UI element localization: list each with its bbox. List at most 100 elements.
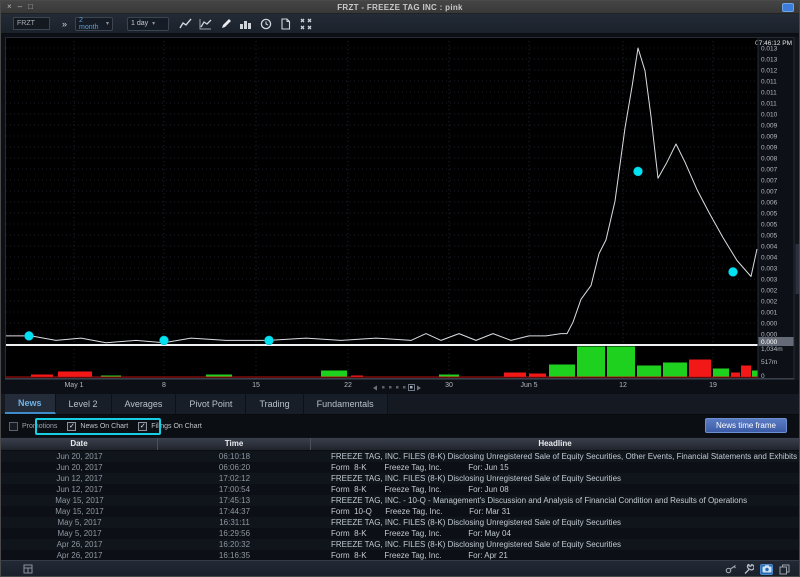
news-headline: Form 8-K Freeze Tag, Inc. For: May 04 bbox=[311, 529, 799, 538]
layout-grid-icon[interactable] bbox=[21, 564, 34, 575]
volume-bar bbox=[689, 360, 711, 378]
promotions-checkbox[interactable] bbox=[9, 422, 18, 431]
column-header-time[interactable]: Time bbox=[158, 438, 311, 450]
column-header-headline[interactable]: Headline bbox=[311, 438, 799, 450]
panel-tabs: NewsLevel 2AveragesPivot PointTradingFun… bbox=[1, 394, 799, 415]
news-headline: Form 10-Q Freeze Tag, Inc. For: Mar 31 bbox=[311, 507, 799, 516]
table-row[interactable]: May 15, 201717:44:37Form 10-Q Freeze Tag… bbox=[1, 506, 799, 517]
table-row[interactable]: May 5, 201716:31:11FREEZE TAG, INC. FILE… bbox=[1, 517, 799, 528]
news-marker-dot[interactable] bbox=[729, 267, 738, 276]
news-marker-dot[interactable] bbox=[25, 331, 34, 340]
x-axis-label: 8 bbox=[162, 382, 166, 389]
news-on-chart-checkbox[interactable]: ✓ bbox=[67, 422, 76, 431]
statusbar bbox=[1, 560, 799, 577]
news-time: 06:06:20 bbox=[158, 463, 311, 472]
table-row[interactable]: Jun 20, 201706:10:18FREEZE TAG, INC. FIL… bbox=[1, 451, 799, 462]
draw-pen-icon[interactable] bbox=[219, 17, 232, 30]
table-row[interactable]: May 15, 201717:45:13FREEZE TAG, INC. - 1… bbox=[1, 495, 799, 506]
tab-averages[interactable]: Averages bbox=[112, 394, 177, 414]
x-axis-label: May 1 bbox=[64, 382, 83, 389]
volume-bar bbox=[321, 371, 347, 378]
clock-icon[interactable] bbox=[259, 17, 272, 30]
volume-bar bbox=[663, 363, 687, 378]
column-header-date[interactable]: Date bbox=[1, 438, 158, 450]
news-on-chart-label: News On Chart bbox=[80, 423, 128, 430]
y-axis-label: 0.007 bbox=[761, 167, 778, 174]
line-chart-icon[interactable] bbox=[179, 17, 192, 30]
volume-axis-label: 1,034m bbox=[761, 346, 783, 353]
table-row[interactable]: Apr 26, 201716:20:32FREEZE TAG, INC. FIL… bbox=[1, 539, 799, 550]
tab-fundamentals[interactable]: Fundamentals bbox=[304, 394, 388, 414]
tab-pivot-point[interactable]: Pivot Point bbox=[176, 394, 246, 414]
price-chart[interactable]: 0.0130.0130.0120.0110.0110.0110.0100.009… bbox=[1, 34, 800, 394]
key-icon[interactable] bbox=[724, 564, 737, 575]
y-axis-label: 0.013 bbox=[761, 57, 778, 64]
expand-chevrons-icon[interactable]: » bbox=[62, 19, 67, 29]
news-marker-dot[interactable] bbox=[634, 167, 643, 176]
filings-on-chart-checkbox[interactable]: ✓ bbox=[138, 422, 147, 431]
page-dot[interactable] bbox=[389, 386, 392, 389]
news-filter-bar: Promotions ✓ News On Chart ✓ Filings On … bbox=[1, 415, 799, 437]
app-badge-icon bbox=[782, 3, 794, 12]
news-date: May 15, 2017 bbox=[1, 496, 158, 505]
range-select[interactable]: 2 month ▾ bbox=[75, 17, 113, 31]
y-axis-label: 0.005 bbox=[761, 233, 778, 240]
table-row[interactable]: Jun 12, 201717:00:54Form 8-K Freeze Tag,… bbox=[1, 484, 799, 495]
symbol-input[interactable] bbox=[13, 17, 50, 30]
news-time: 17:44:37 bbox=[158, 507, 311, 516]
y-axis-label: 0.001 bbox=[761, 310, 778, 317]
news-headline: Form 8-K Freeze Tag, Inc. For: Apr 21 bbox=[311, 551, 799, 560]
y-axis-label: 0.007 bbox=[761, 189, 778, 196]
news-date: Apr 26, 2017 bbox=[1, 540, 158, 549]
compare-chart-icon[interactable] bbox=[199, 17, 212, 30]
volume-bar bbox=[713, 369, 729, 378]
volume-bar bbox=[752, 371, 758, 378]
news-marker-dot[interactable] bbox=[265, 336, 274, 345]
volume-bar bbox=[637, 366, 661, 378]
volume-bar bbox=[577, 347, 605, 378]
tab-trading[interactable]: Trading bbox=[246, 394, 303, 414]
news-time-frame-button[interactable]: News time frame bbox=[705, 418, 787, 433]
window-title: FRZT - FREEZE TAG INC : pink bbox=[1, 3, 799, 12]
y-axis-label: 0.009 bbox=[761, 145, 778, 152]
volume-bars-icon[interactable] bbox=[239, 17, 252, 30]
table-row[interactable]: Jun 20, 201706:06:20Form 8-K Freeze Tag,… bbox=[1, 462, 799, 473]
news-time: 17:45:13 bbox=[158, 496, 311, 505]
news-headline: FREEZE TAG, INC. - 10-Q - Management's D… bbox=[311, 496, 799, 505]
table-row[interactable]: Jun 12, 201717:02:12FREEZE TAG, INC. FIL… bbox=[1, 473, 799, 484]
table-row[interactable]: Apr 26, 201716:16:35Form 8-K Freeze Tag,… bbox=[1, 550, 799, 560]
page-dot[interactable] bbox=[382, 386, 385, 389]
camera-icon[interactable] bbox=[760, 564, 773, 575]
news-date: Jun 20, 2017 bbox=[1, 452, 158, 461]
news-marker-dot[interactable] bbox=[160, 336, 169, 345]
page-dot[interactable] bbox=[396, 386, 399, 389]
news-headline: Form 8-K Freeze Tag, Inc. For: Jun 15 bbox=[311, 463, 799, 472]
tab-news[interactable]: News bbox=[5, 394, 56, 414]
interval-select[interactable]: 1 day ▾ bbox=[127, 17, 169, 31]
news-table-body: Jun 20, 201706:10:18FREEZE TAG, INC. FIL… bbox=[1, 451, 799, 560]
chevron-down-icon: ▾ bbox=[106, 20, 109, 27]
wrench-icon[interactable] bbox=[742, 564, 755, 575]
fullscreen-icon[interactable] bbox=[299, 17, 312, 30]
y-axis-label: 0.011 bbox=[761, 101, 777, 108]
table-row[interactable]: May 5, 201716:29:56Form 8-K Freeze Tag, … bbox=[1, 528, 799, 539]
tab-level-2[interactable]: Level 2 bbox=[56, 394, 112, 414]
y-axis-label: 0.002 bbox=[761, 299, 778, 306]
news-date: May 5, 2017 bbox=[1, 529, 158, 538]
copy-icon[interactable] bbox=[778, 564, 791, 575]
x-axis-label: 12 bbox=[619, 382, 627, 389]
y-axis-label: 0.006 bbox=[761, 200, 778, 207]
document-icon[interactable] bbox=[279, 17, 292, 30]
y-axis-label: 0.008 bbox=[761, 156, 778, 163]
news-date: May 15, 2017 bbox=[1, 507, 158, 516]
news-time: 17:02:12 bbox=[158, 474, 311, 483]
news-headline: Form 8-K Freeze Tag, Inc. For: Jun 08 bbox=[311, 485, 799, 494]
promotions-label: Promotions bbox=[22, 423, 57, 430]
chart-scrollbar[interactable] bbox=[796, 244, 800, 294]
news-headline: FREEZE TAG, INC. FILES (8-K) Disclosing … bbox=[311, 540, 799, 549]
page-dot[interactable] bbox=[410, 386, 413, 389]
y-axis-label: 0.011 bbox=[761, 79, 777, 86]
volume-bar bbox=[607, 347, 635, 378]
page-dot[interactable] bbox=[403, 386, 406, 389]
news-table-header: Date Time Headline bbox=[1, 438, 799, 451]
